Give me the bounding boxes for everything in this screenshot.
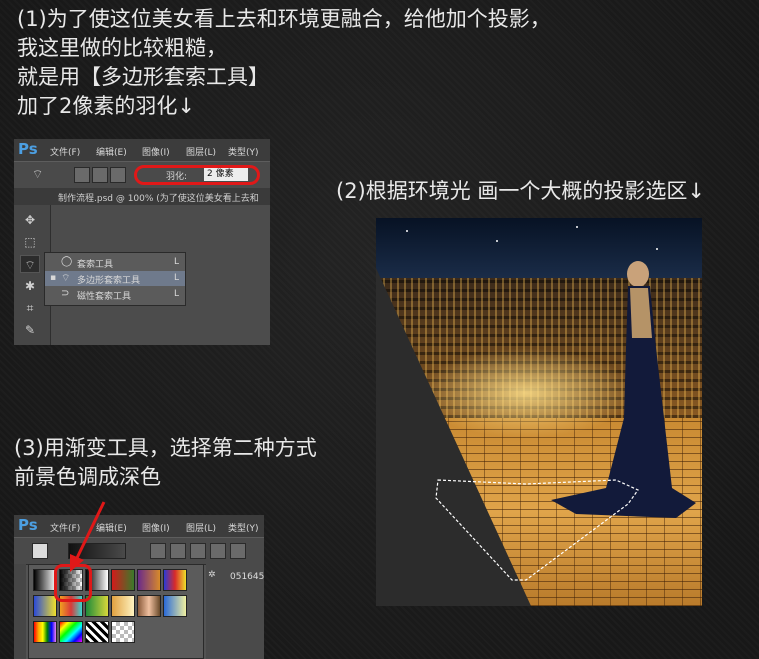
- flyout-item-polygonal-lasso[interactable]: ▪ ⌔ 多边形套索工具 L: [45, 271, 185, 286]
- gradient-tool-preset-icon[interactable]: [32, 543, 48, 559]
- menu-edit[interactable]: 编辑(E): [96, 145, 127, 158]
- marquee-tool-icon[interactable]: ⬚: [20, 233, 40, 251]
- flyout-label: 多边形套索工具: [77, 276, 141, 286]
- flyout-item-magnetic-lasso[interactable]: ⊃ 磁性套索工具 L: [45, 287, 185, 302]
- photo-overlay: [376, 261, 696, 606]
- toolbox-strip: [14, 564, 26, 659]
- menu-image[interactable]: 图像(I): [142, 521, 170, 534]
- gradient-swatch-copper[interactable]: [111, 595, 135, 617]
- gradient-swatch-red-green[interactable]: [111, 569, 135, 591]
- photoshop-logo: Ps: [18, 516, 38, 534]
- selected-dot-icon: ▪: [50, 273, 57, 283]
- add-selection-icon[interactable]: [92, 167, 108, 183]
- gradient-highlight: [54, 564, 92, 602]
- magnetic-lasso-icon: ⊃: [61, 288, 70, 299]
- photoshop-logo: Ps: [18, 140, 38, 158]
- menu-type[interactable]: 类型(Y): [228, 145, 259, 158]
- gradient-options-bar: [14, 537, 264, 565]
- menu-layer[interactable]: 图层(L): [186, 521, 216, 534]
- flyout-shortcut: L: [173, 257, 179, 267]
- menu-type[interactable]: 类型(Y): [228, 521, 259, 534]
- reflected-gradient-icon[interactable]: [210, 543, 226, 559]
- crop-tool-icon[interactable]: ⌗: [20, 299, 40, 317]
- flyout-label: 磁性套索工具: [77, 292, 132, 302]
- menu-file[interactable]: 文件(F): [50, 521, 80, 534]
- menu-image[interactable]: 图像(I): [142, 145, 170, 158]
- gradient-swatch-blue-red-yellow[interactable]: [163, 569, 187, 591]
- document-tab[interactable]: 制作流程.psd @ 100% (为了使这位美女看上去和: [58, 191, 259, 204]
- woman-head: [627, 261, 649, 287]
- menu-bar: Ps 文件(F) 编辑(E) 图像(I) 图层(L) 类型(Y): [14, 515, 264, 537]
- caption-step1-line3: 就是用【多边形套索工具】: [17, 65, 269, 89]
- gradient-swatch-rainbow[interactable]: [59, 621, 83, 643]
- caption-step3-line2: 前景色调成深色: [14, 465, 161, 489]
- caption-step3-line1: (3)用渐变工具，选择第二种方式: [14, 436, 317, 460]
- photoshop-screenshot-gradient: Ps 文件(F) 编辑(E) 图像(I) 图层(L) 类型(Y) ✲ 05164…: [14, 515, 264, 659]
- dark-shadow-wedge: [376, 268, 531, 606]
- gradient-swatch-blue-yellow[interactable]: [33, 595, 57, 617]
- flyout-shortcut: L: [173, 273, 179, 283]
- menu-edit[interactable]: 编辑(E): [96, 521, 127, 534]
- gradient-swatch-spectrum[interactable]: [33, 621, 57, 643]
- caption-step2: (2)根据环境光 画一个大概的投影选区↓: [336, 179, 706, 203]
- subtract-selection-icon[interactable]: [110, 167, 126, 183]
- eyedropper-icon[interactable]: ✎: [20, 321, 40, 339]
- side-panel: ✲ 0516451: [206, 564, 264, 659]
- document-tab-row: 制作流程.psd @ 100% (为了使这位美女看上去和: [14, 188, 270, 205]
- gradient-swatch-chrome[interactable]: [137, 595, 161, 617]
- photoshop-screenshot-lasso: Ps 文件(F) 编辑(E) 图像(I) 图层(L) 类型(Y) ⌔ 羽化: 2…: [14, 139, 270, 345]
- gradient-swatch-transparent[interactable]: [111, 621, 135, 643]
- angle-gradient-icon[interactable]: [190, 543, 206, 559]
- move-tool-icon[interactable]: ✥: [20, 211, 40, 229]
- flyout-label: 套索工具: [77, 260, 114, 270]
- menu-layer[interactable]: 图层(L): [186, 145, 216, 158]
- new-selection-icon[interactable]: [74, 167, 90, 183]
- lasso-preset-icon[interactable]: ⌔: [32, 167, 43, 182]
- magic-wand-icon[interactable]: ✱: [20, 277, 40, 295]
- partial-number: 0516451: [230, 572, 264, 582]
- gradient-swatch-stripes[interactable]: [85, 621, 109, 643]
- gradient-swatch-blue-light[interactable]: [163, 595, 187, 617]
- feather-highlight: [134, 165, 260, 185]
- flyout-shortcut: L: [173, 289, 179, 299]
- caption-step1-line4: 加了2像素的羽化↓: [17, 94, 195, 118]
- lasso-tool-icon[interactable]: ⌔: [20, 255, 40, 273]
- lasso-icon: ◯: [61, 256, 73, 267]
- woman-city-photo: [376, 218, 702, 606]
- caption-step1-line2: 我这里做的比较粗糙，: [17, 36, 227, 60]
- flyout-item-lasso[interactable]: ◯ 套索工具 L: [45, 255, 185, 270]
- menu-file[interactable]: 文件(F): [50, 145, 80, 158]
- diamond-gradient-icon[interactable]: [230, 543, 246, 559]
- polygonal-lasso-icon: ⌔: [61, 273, 71, 284]
- gradient-preview-swatch[interactable]: [68, 543, 126, 559]
- lasso-flyout-menu: ◯ 套索工具 L ▪ ⌔ 多边形套索工具 L ⊃ 磁性套索工具 L: [44, 252, 186, 306]
- gear-icon[interactable]: ✲: [208, 570, 216, 580]
- gradient-swatch-violet-orange[interactable]: [137, 569, 161, 591]
- linear-gradient-icon[interactable]: [150, 543, 166, 559]
- caption-step1-line1: (1)为了使这位美女看上去和环境更融合，给他加个投影，: [17, 7, 551, 31]
- menu-bar: Ps 文件(F) 编辑(E) 图像(I) 图层(L) 类型(Y): [14, 139, 270, 161]
- radial-gradient-icon[interactable]: [170, 543, 186, 559]
